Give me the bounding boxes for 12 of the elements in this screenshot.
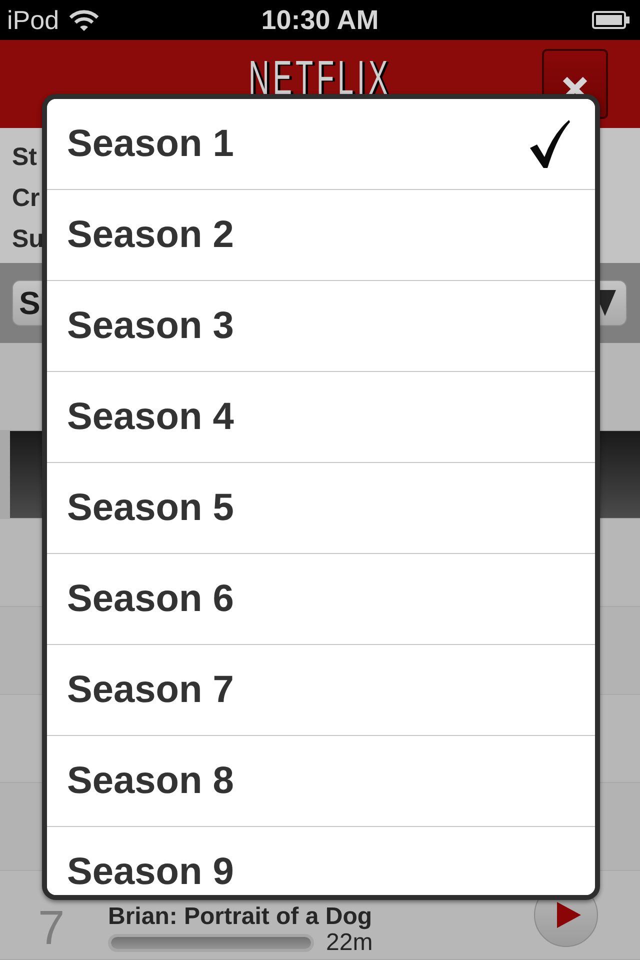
status-time: 10:30 AM <box>261 6 379 34</box>
detail-text: St <box>12 144 37 171</box>
detail-text: Su <box>12 226 44 253</box>
episode-title: Brian: Portrait of a Dog <box>108 904 372 930</box>
carrier-name: iPod <box>7 7 60 33</box>
play-icon <box>557 902 581 928</box>
episode-number: 7 <box>38 905 65 953</box>
battery-icon <box>592 11 630 29</box>
wifi-icon <box>69 9 100 31</box>
episode-duration: 22m <box>326 931 373 955</box>
detail-text: Cr <box>12 185 40 212</box>
season-option[interactable]: Season 1 <box>47 99 595 190</box>
